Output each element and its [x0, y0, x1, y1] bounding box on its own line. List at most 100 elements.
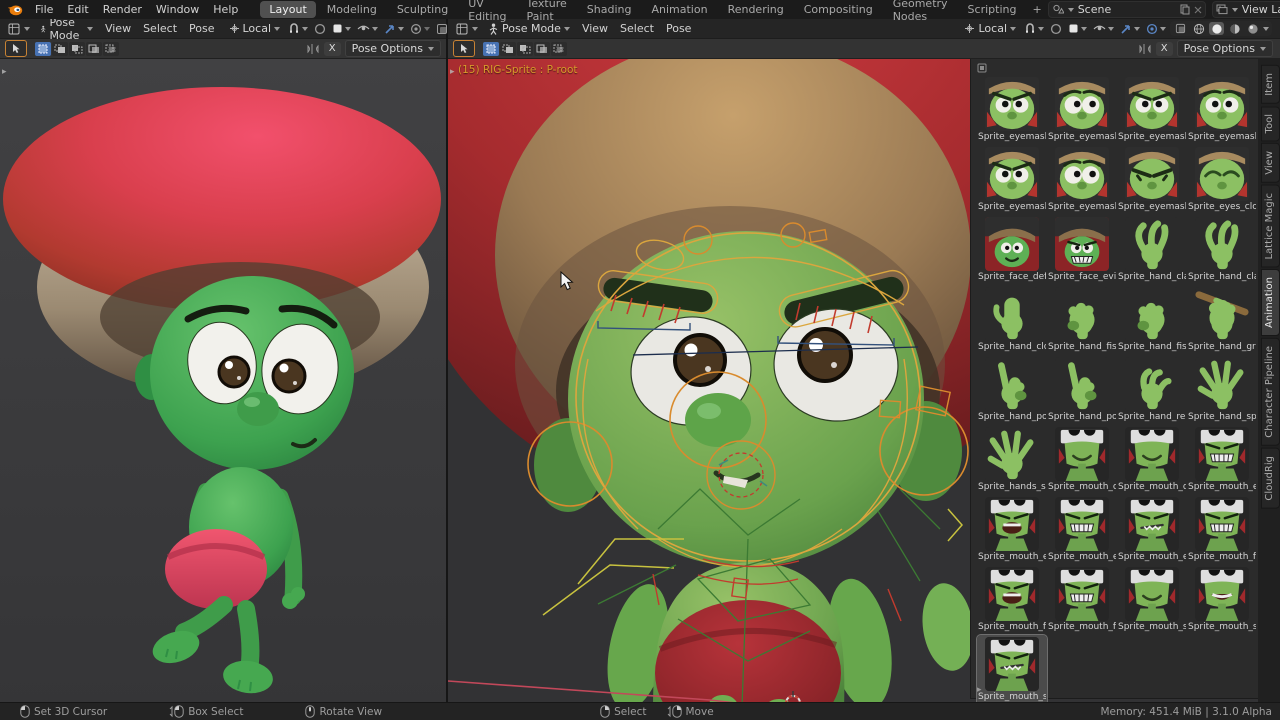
menu-help[interactable]: Help	[206, 2, 245, 17]
shading-wireframe-button[interactable]	[1191, 22, 1206, 35]
toolbar-expand-arrow-right[interactable]: ▸	[450, 67, 455, 77]
pose-asset-item[interactable]: Sprite_eyemask_...	[1187, 75, 1257, 145]
new-scene-icon[interactable]	[1180, 4, 1190, 15]
select-mode-invert[interactable]	[86, 42, 102, 56]
pose-asset-item[interactable]: Sprite_hand_clos...	[977, 285, 1047, 355]
select-mode-extend[interactable]	[52, 42, 68, 56]
scene-selector[interactable]: Scene	[1048, 1, 1206, 18]
viewport-menu-view[interactable]: View	[99, 21, 137, 36]
sidebar-tab-animation[interactable]: Animation	[1261, 269, 1280, 336]
menu-render[interactable]: Render	[96, 2, 149, 17]
pose-asset-item[interactable]: Sprite_mouth_evi...	[977, 495, 1047, 565]
shading-material-button[interactable]	[1227, 22, 1242, 35]
proportional-editing-button-right[interactable]	[1048, 22, 1064, 36]
pose-asset-item[interactable]: Sprite_eyemask_...	[1047, 75, 1117, 145]
pose-asset-item[interactable]: Sprite_hand_fist2	[1117, 285, 1187, 355]
sidebar-tab-view[interactable]: View	[1261, 143, 1280, 183]
pose-asset-item[interactable]: Sprite_eyes_close	[1187, 145, 1257, 215]
workspace-tab-geometry-nodes[interactable]: Geometry Nodes	[884, 0, 957, 25]
workspace-tab-rendering[interactable]: Rendering	[719, 1, 793, 18]
sidebar-tab-character-pipeline[interactable]: Character Pipeline	[1261, 338, 1280, 446]
select-mode-intersect[interactable]	[103, 42, 119, 56]
status-hint-move: Move	[667, 705, 714, 718]
pose-asset-item[interactable]: Sprite_eyemask_...	[1117, 75, 1187, 145]
select-mode-set[interactable]	[483, 42, 499, 56]
pose-asset-item[interactable]: Sprite_hand_claw	[1117, 215, 1187, 285]
pose-options-dropdown-right[interactable]: Pose Options	[1177, 40, 1273, 57]
xray-toggle-right[interactable]	[1173, 22, 1188, 35]
viewport-menu-select[interactable]: Select	[137, 21, 183, 36]
pose-asset-item[interactable]: Sprite_hand_claw2	[1187, 215, 1257, 285]
workspace-tab-scripting[interactable]: Scripting	[959, 1, 1026, 18]
select-mode-subtract[interactable]	[517, 42, 533, 56]
unlink-scene-icon[interactable]	[1194, 6, 1202, 14]
pose-asset-item[interactable]: Sprite_eyemask_...	[977, 75, 1047, 145]
select-mode-subtract[interactable]	[69, 42, 85, 56]
select-mode-extend[interactable]	[500, 42, 516, 56]
pose-asset-item[interactable]: Sprite_hand_grab	[1187, 285, 1257, 355]
workspace-tab-modeling[interactable]: Modeling	[318, 1, 386, 18]
select-mode-set[interactable]	[35, 42, 51, 56]
pose-asset-item[interactable]: Sprite_mouth_sm...	[1187, 565, 1257, 635]
pose-asset-item[interactable]: Sprite_mouth_co...	[1047, 425, 1117, 495]
sidebar-tab-item[interactable]: Item	[1261, 65, 1280, 104]
pose-asset-item[interactable]: Sprite_hand_fist	[1047, 285, 1117, 355]
pose-asset-item[interactable]: Sprite_face_evil	[1047, 215, 1117, 285]
workspace-tab-compositing[interactable]: Compositing	[795, 1, 882, 18]
shading-rendered-button[interactable]	[1245, 22, 1260, 35]
pose-asset-item[interactable]: Sprite_eyemask_...	[977, 145, 1047, 215]
pose-asset-item[interactable]: Sprite_mouth_evi...	[1187, 425, 1257, 495]
pose-asset-item[interactable]: Sprite_eyemask_...	[1047, 145, 1117, 215]
mouse-rmb-drag-icon	[667, 705, 682, 718]
sidebar-tab-lattice-magic[interactable]: Lattice Magic	[1261, 185, 1280, 268]
sidebar-tab-cloudrig[interactable]: CloudRig	[1261, 448, 1280, 509]
viewport-menu-pose[interactable]: Pose	[183, 21, 220, 36]
menu-edit[interactable]: Edit	[60, 2, 95, 17]
pose-asset-item[interactable]: Sprite_mouth_fro...	[977, 565, 1047, 635]
workspace-tab-layout[interactable]: Layout	[260, 1, 315, 18]
pose-asset-item[interactable]: Sprite_hands_spr...	[977, 425, 1047, 495]
pose-asset-item[interactable]: Sprite_mouth_evi...	[1117, 495, 1187, 565]
menu-window[interactable]: Window	[149, 2, 206, 17]
pose-asset-item[interactable]: Sprite_hand_poin...	[1047, 355, 1117, 425]
active-tool-button-right[interactable]	[453, 40, 475, 57]
pose-asset-item[interactable]: Sprite_mouth_sm...	[1117, 565, 1187, 635]
pose-asset-item[interactable]: Sprite_mouth_fro...	[1187, 495, 1257, 565]
overlays-dropdown-right[interactable]	[1144, 22, 1168, 36]
mirror-x-toggle-right[interactable]: X	[1156, 42, 1173, 56]
pose-asset-item[interactable]: Sprite_eyemask_...	[1117, 145, 1187, 215]
shading-solid-button[interactable]	[1209, 22, 1224, 35]
visibility-dropdown-right[interactable]	[1091, 22, 1116, 35]
pose-asset-item[interactable]: Sprite_mouth_ev...	[1047, 495, 1117, 565]
editor-type-dropdown[interactable]	[4, 22, 34, 36]
pose-asset-item[interactable]: Sprite_mouth_fro...	[1047, 565, 1117, 635]
gizmos-dropdown-right[interactable]	[1118, 22, 1142, 36]
pose-asset-item[interactable]: Sprite_hand_point	[977, 355, 1047, 425]
falloff-dropdown-right[interactable]	[1066, 22, 1089, 35]
active-tool-button-left[interactable]	[5, 40, 27, 57]
viewport-left-canvas[interactable]: ▸	[0, 59, 446, 703]
pose-asset-item[interactable]: Sprite_mouth_sm...	[977, 635, 1047, 703]
select-mode-invert[interactable]	[534, 42, 550, 56]
workspace-tab-texture-paint[interactable]: Texture Paint	[518, 0, 576, 25]
workspace-tab-uv-editing[interactable]: UV Editing	[459, 0, 515, 25]
blender-logo-icon[interactable]	[6, 2, 24, 17]
select-mode-intersect[interactable]	[551, 42, 567, 56]
workspace-tab-sculpting[interactable]: Sculpting	[388, 1, 457, 18]
sidebar-tab-tool[interactable]: Tool	[1261, 106, 1280, 141]
panel-expand-arrow[interactable]: ▸	[977, 685, 982, 695]
workspace-tab-animation[interactable]: Animation	[642, 1, 716, 18]
view-layer-selector[interactable]: View Layer	[1212, 1, 1280, 18]
pose-asset-item[interactable]: Sprite_face_defaul	[977, 215, 1047, 285]
pose-asset-item[interactable]: Sprite_hand_spre...	[1187, 355, 1257, 425]
toolbar-expand-arrow-left[interactable]: ▸	[2, 67, 7, 77]
viewport-right-canvas[interactable]: ▸ (15) RIG-Sprite : P-root	[448, 59, 1280, 703]
panel-options-icon[interactable]	[977, 63, 987, 73]
pose-asset-item[interactable]: Sprite_hand_relax	[1117, 355, 1187, 425]
workspace-tab-shading[interactable]: Shading	[578, 1, 641, 18]
pose-asset-item[interactable]: Sprite_mouth_def...	[1117, 425, 1187, 495]
pose-options-dropdown-left[interactable]: Pose Options	[345, 40, 441, 57]
mirror-x-toggle-left[interactable]: X	[324, 42, 341, 56]
menu-file[interactable]: File	[28, 2, 60, 17]
add-workspace-button[interactable]: +	[1026, 3, 1047, 16]
